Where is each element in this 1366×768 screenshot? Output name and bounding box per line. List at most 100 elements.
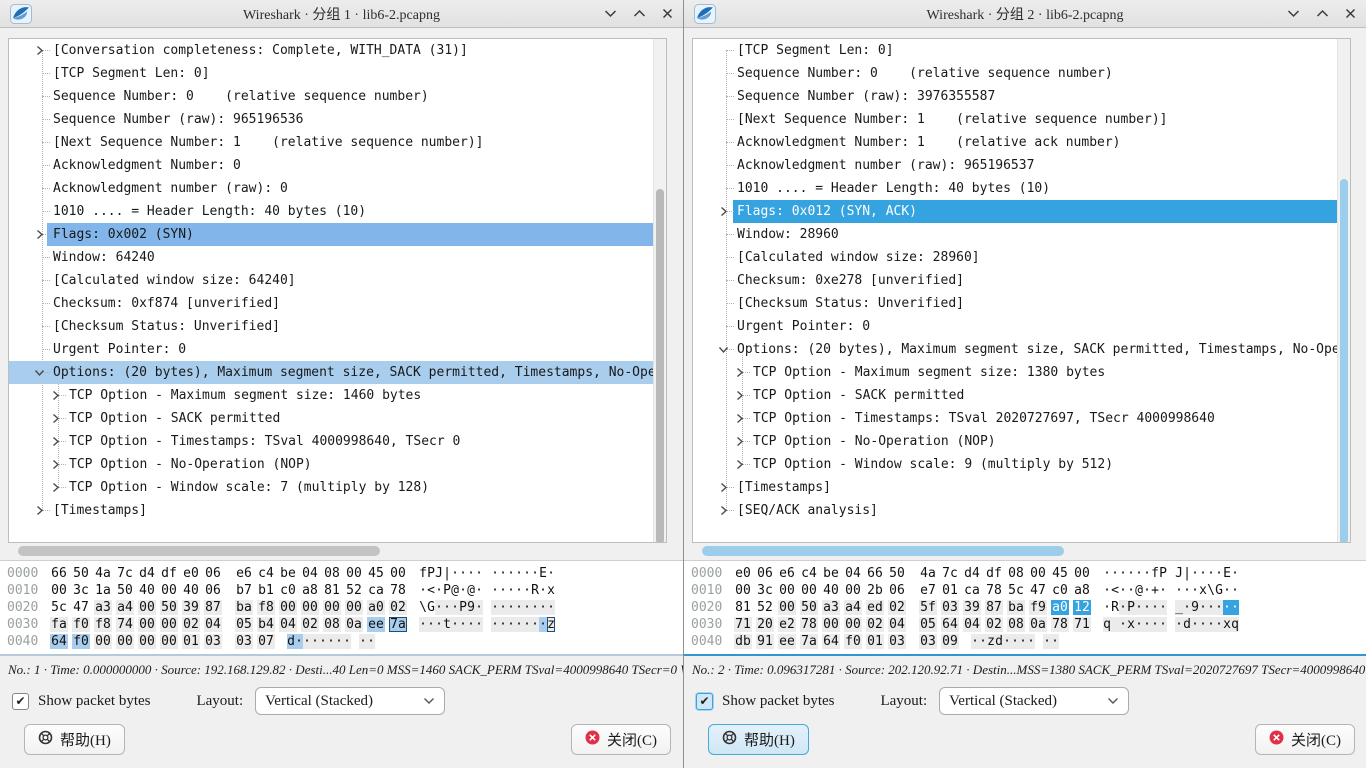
ascii-char[interactable]: J [1175, 566, 1183, 581]
ascii-char[interactable]: d [287, 634, 295, 649]
hex-byte[interactable]: 00 [160, 583, 178, 598]
ascii-char[interactable]: · [531, 617, 539, 632]
hex-byte[interactable]: 04 [301, 566, 319, 581]
close-icon[interactable] [1345, 8, 1356, 19]
hex-byte[interactable]: 00 [1029, 566, 1047, 581]
ascii-char[interactable]: · [1183, 600, 1191, 615]
chevron-down-icon[interactable] [1287, 9, 1300, 18]
hex-byte[interactable]: a3 [822, 600, 840, 615]
hex-bytes[interactable]: 003c1a5040004006b7b1c0a88152ca78 [50, 583, 411, 598]
hex-bytes[interactable]: e006e6c4be0466504a7cd4df08004500 [734, 566, 1095, 581]
tree-row[interactable]: TCP Option - Window scale: 9 (multiply b… [693, 453, 1337, 476]
hex-byte[interactable]: a4 [844, 600, 862, 615]
ascii-char[interactable]: · [971, 634, 979, 649]
ascii-char[interactable]: \ [1207, 583, 1215, 598]
hex-byte[interactable]: a3 [94, 600, 112, 615]
ascii-char[interactable]: · [515, 583, 523, 598]
ascii-char[interactable]: · [499, 617, 507, 632]
ascii-char[interactable]: · [1231, 600, 1239, 615]
ascii-char[interactable]: E [539, 566, 547, 581]
ascii-char[interactable]: · [1127, 566, 1135, 581]
hex-byte[interactable]: 04 [279, 617, 297, 632]
ascii-char[interactable]: R [1111, 600, 1119, 615]
tree-row[interactable]: Flags: 0x012 (SYN, ACK) [693, 200, 1337, 223]
hex-bytes[interactable]: 003c000040002b06e701ca785c47c0a8 [734, 583, 1095, 598]
ascii-char[interactable]: · [1159, 617, 1167, 632]
tree-row[interactable]: [Conversation completeness: Complete, WI… [9, 39, 653, 62]
hex-byte[interactable]: db [734, 634, 752, 649]
ascii-char[interactable]: · [547, 600, 555, 615]
hex-byte[interactable]: 87 [204, 600, 222, 615]
hex-row[interactable]: 0010003c000040002b06e701ca785c47c0a8·<··… [684, 582, 1366, 599]
tree-row[interactable]: Acknowledgment Number: 1 (relative ack n… [693, 131, 1337, 154]
hex-byte[interactable]: a4 [116, 600, 134, 615]
hex-byte[interactable]: 40 [182, 583, 200, 598]
ascii-char[interactable]: 9 [467, 600, 475, 615]
ascii-char[interactable]: @ [467, 583, 475, 598]
hex-byte[interactable]: ca [367, 583, 385, 598]
hex-byte[interactable]: e0 [734, 566, 752, 581]
hex-byte[interactable]: 03 [235, 634, 253, 649]
tree-row[interactable]: [TCP Segment Len: 0] [693, 39, 1337, 62]
ascii-char[interactable]: t [443, 617, 451, 632]
hex-byte[interactable]: e0 [182, 566, 200, 581]
hex-byte[interactable]: 03 [888, 634, 906, 649]
ascii-char[interactable]: · [491, 617, 499, 632]
ascii-char[interactable]: · [1191, 617, 1199, 632]
hex-byte[interactable]: 81 [323, 583, 341, 598]
ascii-char[interactable]: · [531, 566, 539, 581]
packet-bytes-pane[interactable]: 000066504a7cd4dfe006e6c4be0408004500fPJ|… [0, 560, 683, 656]
hex-ascii[interactable]: d········· [287, 634, 375, 649]
hex-byte[interactable]: a0 [367, 600, 385, 615]
hex-byte[interactable]: c0 [279, 583, 297, 598]
hex-byte[interactable]: 07 [257, 634, 275, 649]
ascii-char[interactable]: _ [1175, 600, 1183, 615]
hex-byte[interactable]: 1a [94, 583, 112, 598]
close-button[interactable]: 关闭(C) [1255, 724, 1355, 755]
hex-ascii[interactable]: q ·x·····d····xq [1103, 617, 1239, 632]
ascii-char[interactable]: · [1191, 583, 1199, 598]
tree-row[interactable]: 1010 .... = Header Length: 40 bytes (10) [9, 200, 653, 223]
hex-byte[interactable]: b1 [257, 583, 275, 598]
hex-bytes[interactable]: db91ee7a64f001030309 [734, 634, 963, 649]
chevron-collapsed-icon[interactable] [734, 388, 746, 402]
ascii-char[interactable]: · [1043, 634, 1051, 649]
layout-dropdown[interactable]: Vertical (Stacked) [939, 687, 1129, 715]
ascii-char[interactable]: x [1199, 583, 1207, 598]
ascii-char[interactable]: G [427, 600, 435, 615]
hex-byte[interactable]: 02 [182, 617, 200, 632]
hex-byte[interactable]: 45 [1051, 566, 1069, 581]
tree-row[interactable]: Window: 64240 [9, 246, 653, 269]
chevron-collapsed-icon[interactable] [50, 480, 62, 494]
ascii-char[interactable]: · [515, 600, 523, 615]
ascii-char[interactable]: · [1231, 566, 1239, 581]
hex-byte[interactable]: 78 [389, 583, 407, 598]
hex-ascii[interactable]: ··zd······ [971, 634, 1059, 649]
ascii-char[interactable]: · [303, 634, 311, 649]
hex-byte[interactable]: 47 [1029, 583, 1047, 598]
hex-byte[interactable]: 5c [1007, 583, 1025, 598]
hex-byte[interactable]: 64 [822, 634, 840, 649]
hex-byte[interactable]: 20 [756, 617, 774, 632]
ascii-char[interactable]: · [1199, 617, 1207, 632]
hex-byte[interactable]: 2b [866, 583, 884, 598]
ascii-char[interactable]: · [1119, 617, 1127, 632]
hex-byte[interactable]: ee [367, 617, 385, 632]
ascii-char[interactable]: < [1111, 583, 1119, 598]
ascii-char[interactable]: · [507, 600, 515, 615]
hex-bytes[interactable]: 66504a7cd4dfe006e6c4be0408004500 [50, 566, 411, 581]
hex-byte[interactable]: d4 [138, 566, 156, 581]
hex-byte[interactable]: 71 [1073, 617, 1091, 632]
hex-byte[interactable]: f0 [72, 634, 90, 649]
hex-byte[interactable]: a0 [1051, 600, 1069, 615]
tree-horizontal-scrollbar[interactable] [8, 544, 667, 559]
ascii-char[interactable]: · [451, 600, 459, 615]
hex-byte[interactable]: 00 [345, 600, 363, 615]
ascii-char[interactable]: · [1019, 634, 1027, 649]
ascii-char[interactable]: · [515, 566, 523, 581]
ascii-char[interactable]: R [531, 583, 539, 598]
ascii-char[interactable]: · [1143, 600, 1151, 615]
hex-byte[interactable]: 00 [160, 617, 178, 632]
ascii-char[interactable]: · [1143, 583, 1151, 598]
ascii-char[interactable]: · [435, 583, 443, 598]
